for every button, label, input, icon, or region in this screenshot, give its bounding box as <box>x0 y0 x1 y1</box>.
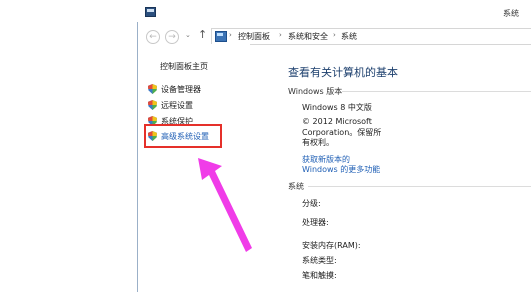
breadcrumb-system[interactable]: 系统 <box>341 31 357 42</box>
recent-locations-dropdown-icon[interactable]: ⌄ <box>185 31 191 39</box>
annotation-arrow <box>198 158 252 252</box>
system-window-icon <box>145 7 156 17</box>
section-divider <box>308 186 531 187</box>
installed-ram-label: 安装内存(RAM): <box>302 241 361 250</box>
breadcrumb-separator: › <box>333 31 336 39</box>
processor-label: 处理器: <box>302 218 329 227</box>
left-item-remote-settings[interactable]: 远程设置 <box>161 100 193 111</box>
rating-label: 分级: <box>302 199 321 208</box>
forward-arrow-icon[interactable]: → <box>165 30 179 44</box>
system-type-label: 系统类型: <box>302 256 337 265</box>
breadcrumb-control-panel[interactable]: 控制面板 <box>238 31 270 42</box>
shield-icon <box>148 100 157 110</box>
windows-edition-section-title: Windows 版本 <box>288 87 343 96</box>
pen-touch-label: 笔和触摸: <box>302 271 337 280</box>
shield-icon <box>148 84 157 94</box>
section-divider <box>342 91 531 92</box>
back-arrow-icon[interactable]: ← <box>146 30 160 44</box>
control-panel-home-link[interactable]: 控制面板主页 <box>160 61 208 72</box>
copyright-line-1: © 2012 Microsoft <box>302 117 372 126</box>
left-item-device-manager[interactable]: 设备管理器 <box>161 84 201 95</box>
breadcrumb-separator: › <box>279 31 282 39</box>
window-title: 系统 <box>503 9 519 18</box>
breadcrumb-separator: › <box>229 31 232 39</box>
breadcrumb-system-security[interactable]: 系统和安全 <box>288 31 328 42</box>
up-arrow-icon[interactable]: ↑ <box>198 28 207 41</box>
control-panel-icon <box>215 31 227 42</box>
copyright-line-3: 有权利。 <box>302 138 334 147</box>
highlight-box <box>144 124 222 148</box>
system-section-title: 系统 <box>288 182 304 191</box>
arrow-shape <box>198 158 252 252</box>
page-title: 查看有关计算机的基本 <box>288 66 398 79</box>
more-features-link-line-2[interactable]: Windows 的更多功能 <box>302 164 380 175</box>
windows-edition-value: Windows 8 中文版 <box>302 103 372 112</box>
window-title-bar[interactable] <box>137 0 531 22</box>
